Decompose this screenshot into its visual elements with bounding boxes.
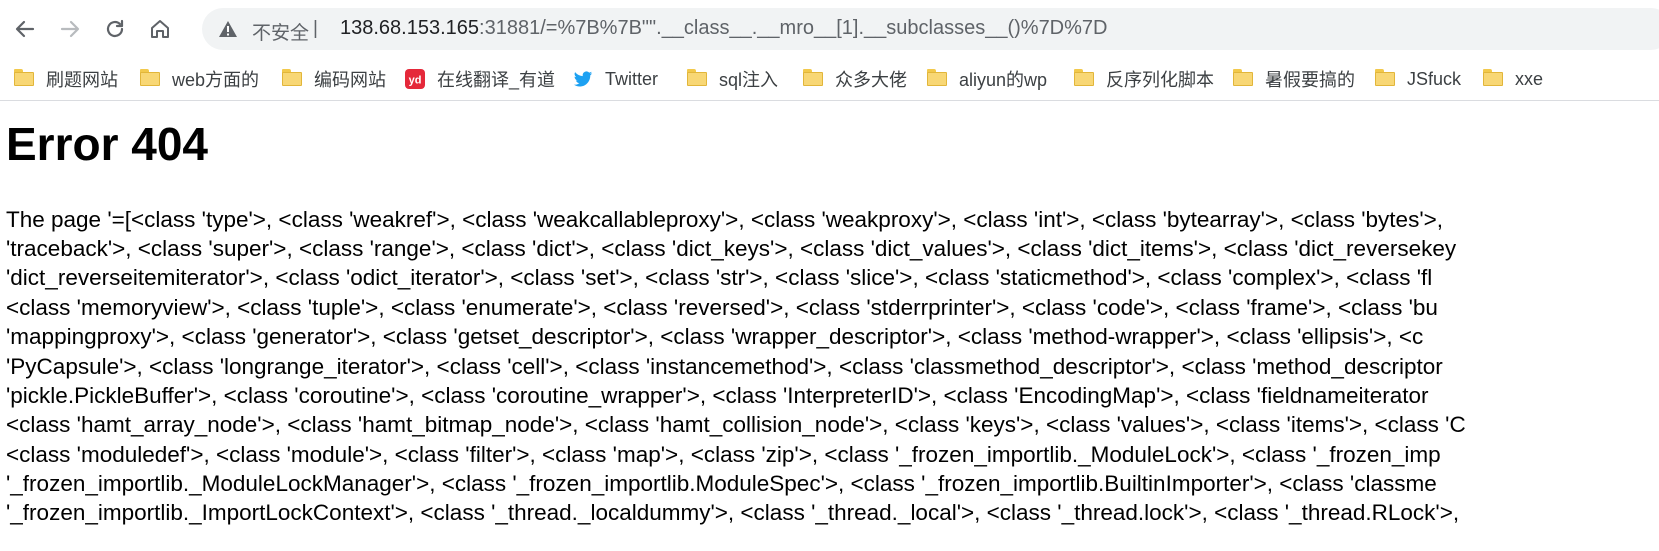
home-button[interactable] <box>144 13 176 45</box>
separator: | <box>313 18 318 39</box>
back-button[interactable] <box>9 13 41 45</box>
forward-button[interactable] <box>54 13 86 45</box>
error-text-line: 'traceback'>, <class 'super'>, <class 'r… <box>6 236 1457 261</box>
bookmark-label: sql注入 <box>719 70 779 90</box>
bookmark-label: web方面的 <box>172 70 260 90</box>
reload-button[interactable] <box>99 13 131 45</box>
address-bar[interactable]: 不安全 | 138.68.153.165:31881/=%7B%7B"".__c… <box>202 8 1659 50</box>
error-text-line: 'PyCapsule'>, <class 'longrange_iterator… <box>6 354 1443 379</box>
url-text[interactable]: 138.68.153.165:31881/=%7B%7B"".__class__… <box>340 17 1107 40</box>
error-text-line: <class 'hamt_array_node'>, <class 'hamt_… <box>6 412 1466 437</box>
error-text-line: '_frozen_importlib._ModuleLockManager'>,… <box>6 471 1437 496</box>
bookmark-label: aliyun的wp <box>959 70 1048 90</box>
bookmark-item[interactable]: aliyun的wp <box>927 64 1047 94</box>
error-text-line: <class 'moduledef'>, <class 'module'>, <… <box>6 442 1441 467</box>
bookmark-item[interactable]: 众多大佬 <box>803 64 907 94</box>
bookmark-item[interactable]: sql注入 <box>687 64 778 94</box>
bookmark-label: 反序列化脚本 <box>1106 70 1214 90</box>
bookmark-label: 在线翻译_有道 <box>437 70 556 90</box>
warning-icon[interactable] <box>218 20 238 38</box>
bookmark-item[interactable]: yd 在线翻译_有道 <box>405 64 555 94</box>
error-text-line: 'pickle.PickleBuffer'>, <class 'coroutin… <box>6 383 1429 408</box>
folder-icon <box>1074 69 1094 89</box>
not-secure-label[interactable]: 不安全 <box>252 18 309 45</box>
bookmark-label: 刷题网站 <box>46 70 118 90</box>
browser-toolbar: 不安全 | 138.68.153.165:31881/=%7B%7B"".__c… <box>0 0 1659 58</box>
folder-icon <box>1483 69 1503 89</box>
twitter-icon <box>573 71 593 87</box>
folder-icon <box>140 69 160 89</box>
svg-text:yd: yd <box>409 75 422 87</box>
folder-icon <box>1375 69 1395 89</box>
error-text-line: <class 'memoryview'>, <class 'tuple'>, <… <box>6 295 1438 320</box>
bookmark-item[interactable]: web方面的 <box>140 64 259 94</box>
bookmark-label: 暑假要搞的 <box>1265 70 1355 90</box>
folder-icon <box>14 69 34 89</box>
bookmark-label: 编码网站 <box>314 70 386 90</box>
url-host: 138.68.153.165 <box>340 17 480 39</box>
bookmark-item[interactable]: JSfuck <box>1375 64 1461 94</box>
folder-icon <box>927 69 947 89</box>
bookmark-item[interactable]: 反序列化脚本 <box>1074 64 1214 94</box>
folder-icon <box>282 69 302 89</box>
bookmark-item[interactable]: xxe <box>1483 64 1543 94</box>
bookmark-item[interactable]: Twitter <box>573 64 658 94</box>
folder-icon <box>687 69 707 89</box>
bookmark-item[interactable]: 编码网站 <box>282 64 386 94</box>
folder-icon <box>803 69 823 89</box>
back-arrow-icon <box>15 20 35 38</box>
error-text-line: The page '=[<class 'type'>, <class 'weak… <box>6 207 1444 232</box>
page-title: Error 404 <box>6 118 209 170</box>
url-path: :31881/=%7B%7B"".__class__.__mro__[1].__… <box>479 17 1108 39</box>
error-text-line: 'dict_reverseitemiterator'>, <class 'odi… <box>6 265 1433 290</box>
forward-arrow-icon <box>60 20 80 38</box>
bookmark-label: 众多大佬 <box>835 70 907 90</box>
bookmark-label: xxe <box>1515 68 1544 89</box>
bookmark-item[interactable]: 刷题网站 <box>14 64 118 94</box>
home-icon <box>151 20 169 38</box>
youdao-icon: yd <box>405 69 425 89</box>
bookmark-label: JSfuck <box>1407 68 1462 89</box>
page-content: Error 404 The page '=[<class 'type'>, <c… <box>6 101 1659 551</box>
error-text-line: '_frozen_importlib._ImportLockContext'>,… <box>6 500 1460 525</box>
folder-icon <box>1233 69 1253 89</box>
bookmarks-bar: 刷题网站 web方面的 编码网站 yd 在线翻译_有道 Twitter sql注… <box>0 58 1659 101</box>
bookmark-item[interactable]: 暑假要搞的 <box>1233 64 1355 94</box>
error-text-line: 'mappingproxy'>, <class 'generator'>, <c… <box>6 324 1424 349</box>
bookmark-label: Twitter <box>605 68 659 89</box>
reload-icon <box>106 19 124 38</box>
